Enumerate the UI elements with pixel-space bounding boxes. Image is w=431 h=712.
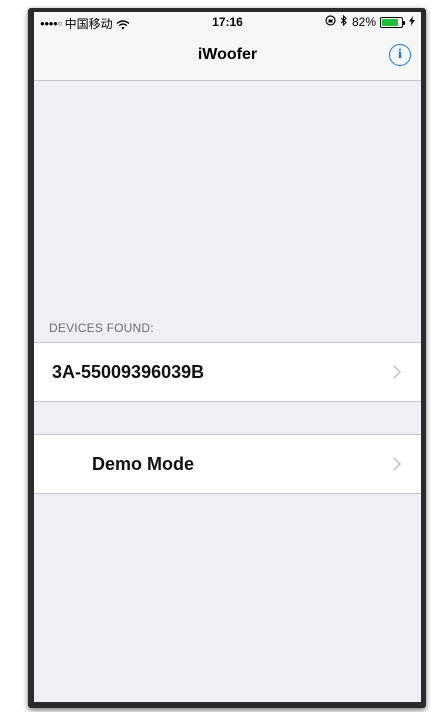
info-icon: i [398,47,402,62]
battery-tip [403,20,405,25]
chevron-right-icon [389,454,405,474]
demo-mode-item[interactable]: Demo Mode [34,434,421,494]
orientation-lock-icon [325,15,336,29]
battery-level-fill [382,18,398,26]
status-right: 82% [325,14,415,29]
chevron-right-icon [389,362,405,382]
app-screen: ●●●●○ 中国移动 17:16 82% iWoofer i DEVICES F… [34,12,421,702]
device-list-item[interactable]: 3A-55009396039B [34,342,421,402]
battery-percent: 82% [351,15,376,29]
charging-icon [409,15,415,29]
devices-section-header: DEVICES FOUND: [49,321,154,335]
status-bar: ●●●●○ 中国移动 17:16 82% [34,12,421,32]
navigation-bar: iWoofer i [34,32,421,81]
page-title: iWoofer [197,46,258,63]
demo-mode-label: Demo Mode [92,454,195,474]
device-name: 3A-55009396039B [52,362,205,382]
bluetooth-icon [340,14,348,29]
battery-icon [380,16,405,28]
info-button[interactable]: i [389,44,411,66]
